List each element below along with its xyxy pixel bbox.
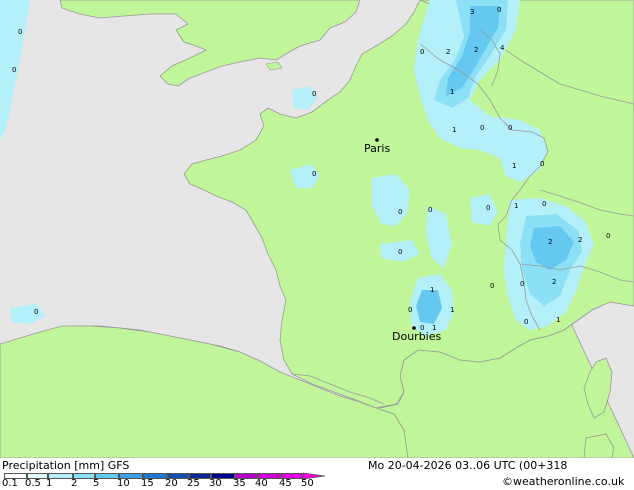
legend-tick-label: 5 (93, 478, 100, 489)
city-label-paris: Paris (364, 142, 390, 155)
contour-label: 1 (450, 88, 454, 96)
contour-label: 2 (552, 278, 556, 286)
legend-tick-label: 15 (141, 478, 154, 489)
contour-label: 0 (524, 318, 528, 326)
contour-label: 0 (420, 48, 424, 56)
weather-map-page: Paris Dourbies 0000030022410100100001022… (0, 0, 634, 490)
contour-label: 0 (312, 170, 316, 178)
contour-label: 0 (508, 124, 512, 132)
contour-label: 1 (450, 306, 454, 314)
legend-tick-label: 1 (46, 478, 53, 489)
map-footer: Precipitation [mm] GFS Mo 20-04-2026 03.… (0, 458, 634, 490)
legend-tick-label: 25 (187, 478, 200, 489)
credit-link[interactable]: ©weatheronline.co.uk (502, 476, 624, 488)
legend-tick-label: 30 (209, 478, 222, 489)
contour-label: 0 (606, 232, 610, 240)
contour-label: 0 (398, 208, 402, 216)
contour-label: 1 (432, 324, 436, 332)
legend-tick-label: 2 (71, 478, 78, 489)
legend-tick-label: 0.1 (2, 478, 18, 489)
precipitation-map: Paris Dourbies 000003 00 2 2 4101 0010 000 1 02 2… (0, 0, 634, 458)
legend-tick-label: 35 (233, 478, 246, 489)
contour-label: 0 (34, 308, 38, 316)
contour-label: 0 (312, 90, 316, 98)
contour-label: 2 (548, 238, 552, 246)
contour-label: 0 (398, 248, 402, 256)
contour-label: 2 (474, 46, 478, 54)
contour-label: 2 (578, 236, 582, 244)
contour-label: 2 (446, 48, 450, 56)
contour-label: 0 (18, 28, 22, 36)
legend-tick-label: 10 (117, 478, 130, 489)
contour-label: 1 (430, 286, 434, 294)
contour-label: 0 (480, 124, 484, 132)
contour-label: 1 (514, 202, 518, 210)
legend-tick-label: 45 (279, 478, 292, 489)
contour-label: 0 (490, 282, 494, 290)
product-title: Precipitation [mm] GFS (2, 459, 130, 472)
contour-label: 1 (556, 316, 560, 324)
contour-label: 0 (408, 306, 412, 314)
contour-label: 0 (12, 66, 16, 74)
legend-tick-label: 20 (165, 478, 178, 489)
contour-label: 0 (428, 206, 432, 214)
legend-tick-label: 50 (301, 478, 314, 489)
contour-label: 0 (542, 200, 546, 208)
legend-tick-label: 40 (255, 478, 268, 489)
contour-label: 4 (500, 44, 505, 52)
contour-label: 1 (452, 126, 456, 134)
contour-label: 0 (497, 6, 501, 14)
contour-label: 1 (512, 162, 516, 170)
legend-tick-label: 0.5 (25, 478, 41, 489)
contour-label: 0 (520, 280, 524, 288)
contour-label: 3 (470, 8, 474, 16)
contour-label: 0 (540, 160, 544, 168)
contour-label: 0 (420, 324, 424, 332)
valid-datetime: Mo 20-04-2026 03..06 UTC (00+318 (368, 459, 568, 472)
contour-label: 0 (486, 204, 490, 212)
